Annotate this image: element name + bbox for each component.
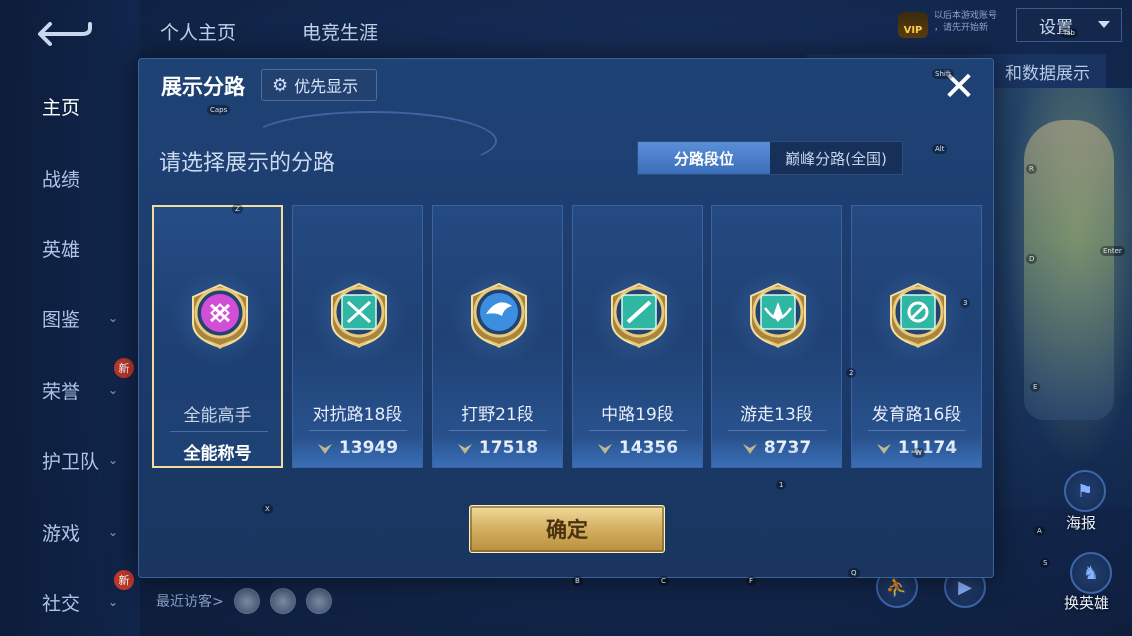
chevron-down-icon: [1097, 15, 1111, 35]
avatar[interactable]: [305, 588, 332, 614]
sidebar-item-5[interactable]: 护卫队 ⌄: [0, 440, 140, 480]
poster-icon[interactable]: ⚑: [1064, 470, 1106, 512]
sidebar-item-7[interactable]: 社交 ⌄ 新: [0, 570, 140, 622]
hero-figure-image: [1024, 120, 1114, 420]
new-badge: 新: [114, 570, 134, 590]
recent-visitors[interactable]: 最近访客>: [156, 588, 332, 614]
lane-card[interactable]: 对抗路18段13949: [292, 205, 423, 468]
poster-label[interactable]: 海报: [1066, 512, 1096, 533]
confirm-button[interactable]: 确定: [469, 505, 665, 553]
sidebar-item-6[interactable]: 游戏 ⌄: [0, 512, 140, 552]
tab-esports-career[interactable]: 电竞生涯: [302, 18, 378, 45]
sidebar-item-2[interactable]: 英雄: [0, 228, 140, 268]
lane-card-value-text: 全能称号: [183, 444, 252, 464]
new-badge: 新: [114, 358, 134, 378]
modal-title: 展示分路: [161, 75, 245, 99]
key-hint-label: F: [746, 576, 757, 586]
avatar[interactable]: [269, 588, 296, 614]
jungle-emblem-icon: [468, 282, 530, 348]
key-hint-label: R: [1026, 164, 1037, 174]
divider: [309, 430, 407, 431]
roam-emblem-icon: [747, 282, 809, 348]
lane-card[interactable]: 全能高手 全能称号: [152, 205, 283, 468]
sidebar-item-label: 主页: [42, 96, 81, 119]
clash-lane-emblem-icon: [328, 282, 390, 348]
lane-card-name: 发育路16段: [871, 405, 962, 425]
mid-lane-emblem-icon: [608, 282, 670, 348]
divider: [449, 430, 547, 431]
lane-card-value: 全能称号: [154, 439, 281, 464]
change-hero-icon[interactable]: ♞: [1070, 552, 1112, 594]
divider: [868, 430, 966, 431]
key-hint-label: Shift: [932, 69, 954, 79]
chevron-down-icon: ⌄: [108, 383, 119, 397]
chevron-down-icon: ⌄: [108, 453, 119, 467]
sidebar-item-1[interactable]: 战绩: [0, 158, 140, 198]
lane-card[interactable]: 打野21段17518: [432, 205, 563, 468]
toggle-peak-lane[interactable]: 巅峰分路(全国): [770, 142, 902, 174]
back-arrow-icon[interactable]: [36, 20, 96, 48]
divider: [589, 430, 687, 431]
sidebar-item-label: 游戏: [42, 522, 81, 545]
sidebar-item-label: 图鉴: [42, 308, 81, 331]
top-notice-line1: 以后本游戏账号: [934, 11, 998, 21]
card-bottom-glow: [293, 437, 422, 467]
divider: [728, 430, 826, 431]
lane-display-modal: 展示分路 ⚙ 优先显示 ✕ 请选择展示的分路 分路段位 巅峰分路(全国) 全能高…: [138, 58, 994, 578]
key-hint-label: Tab: [1060, 28, 1078, 38]
lane-card[interactable]: 发育路16段11174: [851, 205, 982, 468]
lane-card-name: 对抗路18段: [312, 405, 403, 425]
modal-subtitle: 请选择展示的分路: [159, 151, 336, 176]
sidebar-item-4[interactable]: 荣誉 ⌄ 新: [0, 358, 140, 410]
key-hint-label: Enter: [1100, 246, 1125, 256]
sidebar-item-label: 护卫队: [42, 450, 100, 473]
key-hint-label: C: [658, 576, 669, 586]
key-hint-label: Caps: [207, 105, 231, 115]
lane-card-name: 全能高手: [183, 406, 252, 426]
lane-card[interactable]: 中路19段14356: [572, 205, 703, 468]
sidebar-item-3[interactable]: 图鉴 ⌄: [0, 298, 140, 338]
data-display-banner-text: 和数据展示: [1005, 63, 1090, 84]
card-bottom-glow: [712, 437, 841, 467]
tab-personal-home[interactable]: 个人主页: [160, 18, 236, 45]
left-nav: 主页 战绩 英雄 图鉴 ⌄ 荣誉 ⌄ 新护卫队 ⌄ 游戏 ⌄ 社交 ⌄ 新: [0, 0, 140, 636]
divider: [170, 431, 268, 432]
card-bottom-glow: [433, 437, 562, 467]
top-notice: 以后本游戏账号 ，请先开始新: [934, 10, 997, 34]
key-hint-label: Q: [848, 568, 860, 578]
allround-emblem-icon: [189, 283, 251, 349]
key-hint-label: B: [572, 576, 583, 586]
gear-icon: ⚙: [272, 74, 289, 96]
vip-badge[interactable]: VIP: [898, 12, 928, 38]
sidebar-item-label: 社交: [42, 592, 81, 615]
card-bottom-glow: [573, 437, 702, 467]
lane-card-name: 中路19段: [601, 405, 674, 425]
avatar[interactable]: [233, 588, 260, 614]
change-hero-label[interactable]: 换英雄: [1064, 592, 1109, 613]
sidebar-item-0[interactable]: 主页: [0, 86, 140, 126]
key-hint-label: S: [1040, 558, 1051, 568]
sidebar-item-label: 英雄: [42, 238, 81, 261]
key-hint-label: Z: [232, 204, 243, 214]
key-hint-label: Alt: [932, 144, 948, 154]
farm-lane-emblem-icon: [887, 282, 949, 348]
key-hint-label: W: [912, 448, 925, 458]
key-hint-label: A: [1034, 526, 1045, 536]
chevron-down-icon: ⌄: [108, 311, 119, 325]
sidebar-item-label: 战绩: [42, 168, 81, 191]
chevron-down-icon: ⌄: [108, 595, 119, 609]
priority-display-label: 优先显示: [294, 77, 359, 96]
priority-display-button[interactable]: ⚙ 优先显示: [261, 69, 377, 101]
key-hint-label: X: [262, 504, 273, 514]
sidebar-item-label: 荣誉: [42, 380, 81, 403]
lane-card-name: 打野21段: [461, 405, 534, 425]
lane-rank-toggle: 分路段位 巅峰分路(全国): [637, 141, 903, 175]
recent-visitors-label: 最近访客>: [156, 594, 224, 610]
top-notice-line2: ，请先开始新: [934, 23, 989, 33]
chevron-down-icon: ⌄: [108, 525, 119, 539]
toggle-lane-rank[interactable]: 分路段位: [638, 142, 770, 174]
lane-card-name: 游走13段: [740, 405, 813, 425]
lane-card[interactable]: 游走13段8737: [711, 205, 842, 468]
